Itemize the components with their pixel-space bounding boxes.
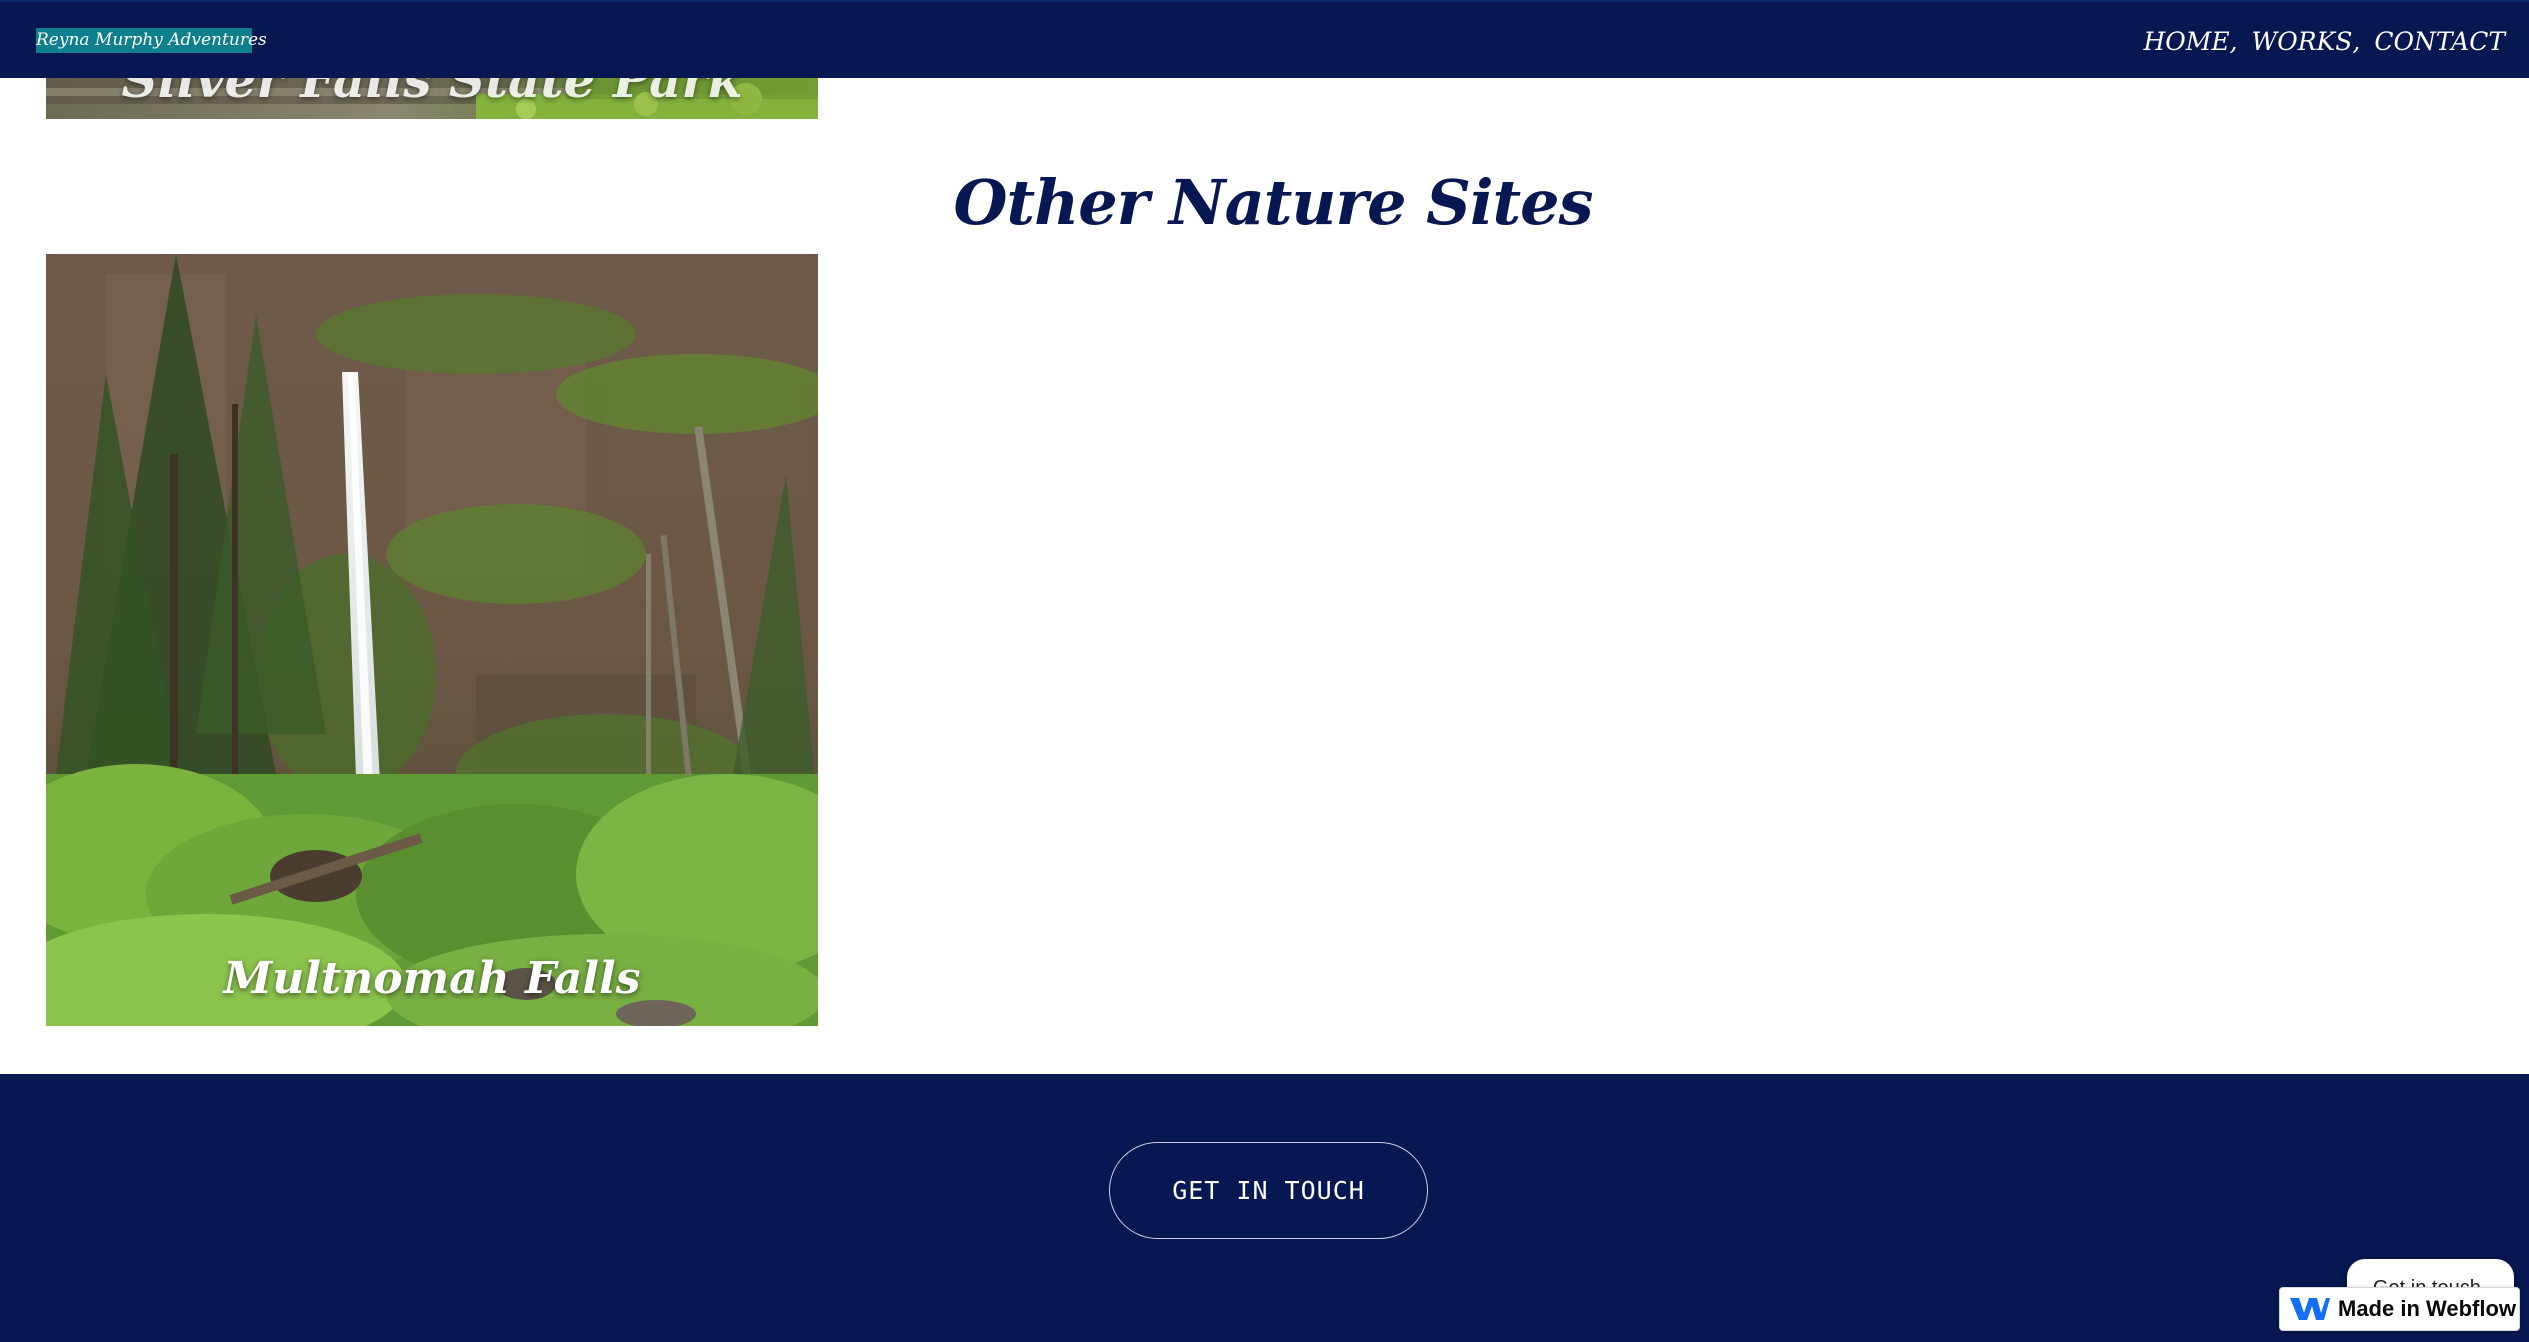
badge-label: Made in Webflow — [2338, 1296, 2517, 1321]
nav-link-contact[interactable]: CONTACT — [2374, 27, 2505, 56]
made-in-webflow-badge[interactable]: Made in Webflow — [2279, 1287, 2520, 1331]
gallery-photo-multnomah-falls[interactable]: Multnomah Falls — [46, 254, 818, 1026]
photo-caption: Multnomah Falls — [223, 953, 641, 1004]
multnomah-falls-image — [46, 254, 818, 1026]
nav-separator: , — [2352, 26, 2361, 56]
get-in-touch-button[interactable]: GET IN TOUCH — [1109, 1142, 1428, 1239]
site-footer: GET IN TOUCH Get in touch Made in Webflo… — [0, 1074, 2529, 1342]
section-title: Other Nature Sites — [953, 166, 1594, 239]
webflow-logo-icon — [2290, 1298, 2330, 1320]
nav-link-home[interactable]: HOME — [2143, 27, 2229, 56]
nav-link-works[interactable]: WORKS — [2252, 27, 2353, 56]
site-navbar: Reyna Murphy Adventures HOME , WORKS , C… — [0, 0, 2529, 78]
brand-logo-link[interactable]: Reyna Murphy Adventures — [36, 28, 267, 53]
nav-menu: HOME , WORKS , CONTACT — [2143, 24, 2505, 58]
nav-separator: , — [2229, 26, 2238, 56]
